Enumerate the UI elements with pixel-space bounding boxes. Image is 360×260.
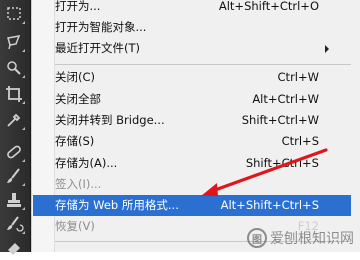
- menu-item-shortcut: Alt+Shift+Ctrl+S: [220, 198, 319, 212]
- tools-panel: [0, 0, 31, 255]
- menu-item-close-all[interactable]: 关闭全部 Alt+Ctrl+W: [32, 89, 360, 110]
- menu-item-close[interactable]: 关闭(C) Ctrl+W: [32, 67, 360, 88]
- menu-item-label: 最近打开文件(T): [55, 41, 140, 55]
- marquee-tool-icon[interactable]: [2, 2, 26, 26]
- history-brush-tool-icon[interactable]: [2, 212, 26, 236]
- submenu-arrow-icon: [325, 45, 329, 53]
- menu-item-label: 关闭(C): [55, 70, 96, 84]
- file-menu-dropdown: 打开为... Alt+Shift+Ctrl+O 打开为智能对象... 最近打开文…: [31, 0, 360, 252]
- brush-tool-icon[interactable]: [2, 164, 26, 188]
- lasso-tool-icon[interactable]: [2, 30, 26, 54]
- menu-item-save-for-web[interactable]: 存储为 Web 所用格式... Alt+Shift+Ctrl+S: [33, 195, 351, 216]
- menu-item-shortcut: Alt+Shift+Ctrl+O: [218, 0, 319, 13]
- menu-item-save[interactable]: 存储(S) Ctrl+S: [32, 131, 360, 152]
- menu-item-label: 关闭全部: [55, 92, 101, 106]
- clone-stamp-tool-icon[interactable]: [2, 188, 26, 212]
- menu-item-label: 存储(S): [55, 134, 95, 148]
- site-watermark: 图 爱刨根知识网: [247, 226, 354, 250]
- menu-separator: [55, 64, 351, 65]
- watermark-logo-icon: 图: [247, 228, 267, 248]
- menu-item-label: 打开为...: [55, 0, 101, 13]
- menu-item-open-as[interactable]: 打开为... Alt+Shift+Ctrl+O: [32, 0, 360, 17]
- menu-item-label: 签入(I)...: [55, 177, 102, 191]
- menu-item-label: 关闭并转到 Bridge...: [55, 113, 165, 127]
- menu-item-check-in: 签入(I)...: [32, 174, 360, 195]
- menu-item-label: 打开为智能对象...: [55, 20, 147, 34]
- menu-item-save-as[interactable]: 存储为(A)... Shift+Ctrl+S: [32, 153, 360, 174]
- eraser-tool-icon[interactable]: [2, 236, 26, 260]
- eyedropper-tool-icon[interactable]: [2, 108, 26, 132]
- watermark-text: 爱刨根知识网: [270, 231, 354, 247]
- menu-item-open-recent[interactable]: 最近打开文件(T): [32, 38, 360, 59]
- menu-item-shortcut: Shift+Ctrl+S: [245, 156, 319, 170]
- menu-item-label: 存储为(A)...: [55, 156, 118, 170]
- menu-item-label: 恢复(V): [55, 219, 95, 233]
- menu-item-shortcut: Alt+Ctrl+W: [252, 92, 319, 106]
- menu-item-label: 存储为 Web 所用格式...: [55, 198, 179, 212]
- menu-item-shortcut: Ctrl+S: [281, 134, 319, 148]
- menu-item-open-as-smart-object[interactable]: 打开为智能对象...: [32, 17, 360, 38]
- menu-item-shortcut: Shift+Ctrl+W: [241, 113, 319, 127]
- quick-selection-tool-icon[interactable]: [2, 56, 26, 80]
- menu-item-shortcut: Ctrl+W: [277, 70, 319, 84]
- healing-brush-tool-icon[interactable]: [2, 140, 26, 164]
- crop-tool-icon[interactable]: [2, 82, 26, 106]
- menu-item-close-and-go-to-bridge[interactable]: 关闭并转到 Bridge... Shift+Ctrl+W: [32, 110, 360, 131]
